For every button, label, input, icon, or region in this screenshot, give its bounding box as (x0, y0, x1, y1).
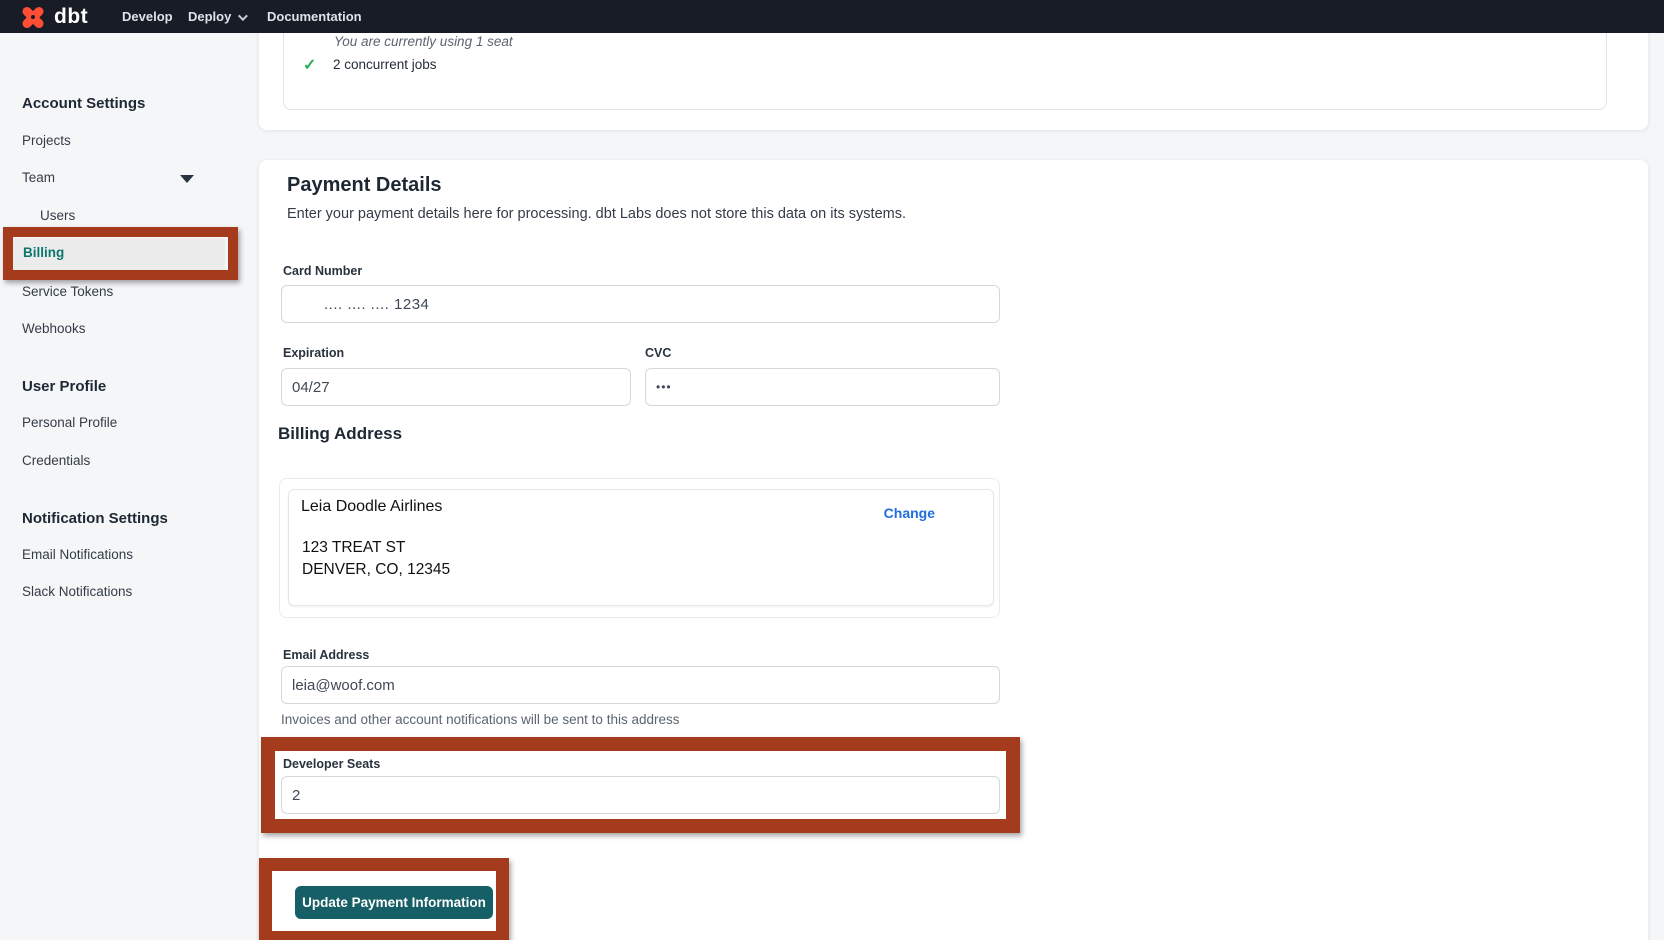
sidebar-team-label: Team (22, 170, 55, 185)
nav-deploy-label: Deploy (188, 9, 231, 24)
sidebar-heading-user-profile: User Profile (22, 378, 106, 395)
billing-address-line2: DENVER, CO, 12345 (302, 561, 450, 579)
email-address-label: Email Address (283, 648, 369, 662)
email-address-input[interactable] (281, 666, 1000, 704)
email-helper-text: Invoices and other account notifications… (281, 712, 679, 727)
developer-seats-label: Developer Seats (283, 757, 380, 771)
sidebar-item-email-notifications[interactable]: Email Notifications (22, 547, 133, 562)
payment-details-title: Payment Details (287, 174, 442, 197)
seats-panel: You are currently using 1 seat ✓ 2 concu… (283, 24, 1607, 110)
payment-details-card: Payment Details Enter your payment detai… (259, 160, 1648, 940)
nav-item-develop[interactable]: Develop (122, 9, 173, 24)
dbt-logo-icon (20, 4, 46, 30)
sidebar-item-projects[interactable]: Projects (22, 133, 71, 148)
sidebar-item-credentials[interactable]: Credentials (22, 453, 90, 468)
top-nav: dbt Develop Deploy Documentation MWong L… (0, 0, 1664, 33)
sidebar-item-slack-notifications[interactable]: Slack Notifications (22, 584, 132, 599)
sidebar-item-personal-profile[interactable]: Personal Profile (22, 415, 117, 430)
nav-item-documentation[interactable]: Documentation (267, 9, 362, 24)
update-payment-information-button[interactable]: Update Payment Information (295, 886, 493, 919)
sidebar-item-users[interactable]: Users (40, 208, 75, 223)
sidebar-item-webhooks[interactable]: Webhooks (22, 321, 86, 336)
sidebar-item-team[interactable]: Team (22, 170, 222, 185)
sidebar: Account Settings Projects Team Users Bil… (0, 33, 237, 940)
caret-down-icon (180, 175, 194, 183)
sidebar-heading-account-settings: Account Settings (22, 95, 145, 112)
card-number-input[interactable] (281, 285, 1000, 323)
payment-details-subtitle: Enter your payment details here for proc… (287, 206, 906, 222)
sidebar-heading-notification-settings: Notification Settings (22, 510, 168, 527)
billing-address-line1: 123 TREAT ST (302, 539, 405, 557)
card-number-label: Card Number (283, 264, 362, 278)
dbt-logo-text: dbt (54, 5, 88, 29)
cvc-input[interactable] (645, 368, 1000, 406)
billing-address-box: Leia Doodle Airlines Change 123 TREAT ST… (279, 478, 1000, 618)
billing-address-panel: Leia Doodle Airlines Change 123 TREAT ST… (288, 489, 994, 606)
billing-address-title: Billing Address (278, 424, 402, 444)
sidebar-item-service-tokens[interactable]: Service Tokens (22, 284, 113, 299)
sidebar-billing-label: Billing (23, 245, 64, 260)
seat-usage-note: You are currently using 1 seat (334, 34, 513, 49)
billing-address-name: Leia Doodle Airlines (301, 498, 442, 516)
dbt-logo[interactable]: dbt (20, 4, 112, 30)
concurrent-jobs-text: 2 concurrent jobs (333, 57, 437, 72)
change-address-link[interactable]: Change (884, 505, 935, 521)
cvc-label: CVC (645, 346, 671, 360)
expiration-label: Expiration (283, 346, 344, 360)
expiration-input[interactable] (281, 368, 631, 406)
nav-item-deploy[interactable]: Deploy (188, 9, 245, 24)
sidebar-item-billing[interactable]: Billing (13, 237, 225, 270)
developer-seats-input[interactable] (281, 776, 1000, 814)
billing-settings-page: dbt Develop Deploy Documentation MWong L… (0, 0, 1664, 940)
check-icon: ✓ (303, 55, 316, 75)
chevron-down-icon (238, 11, 248, 21)
